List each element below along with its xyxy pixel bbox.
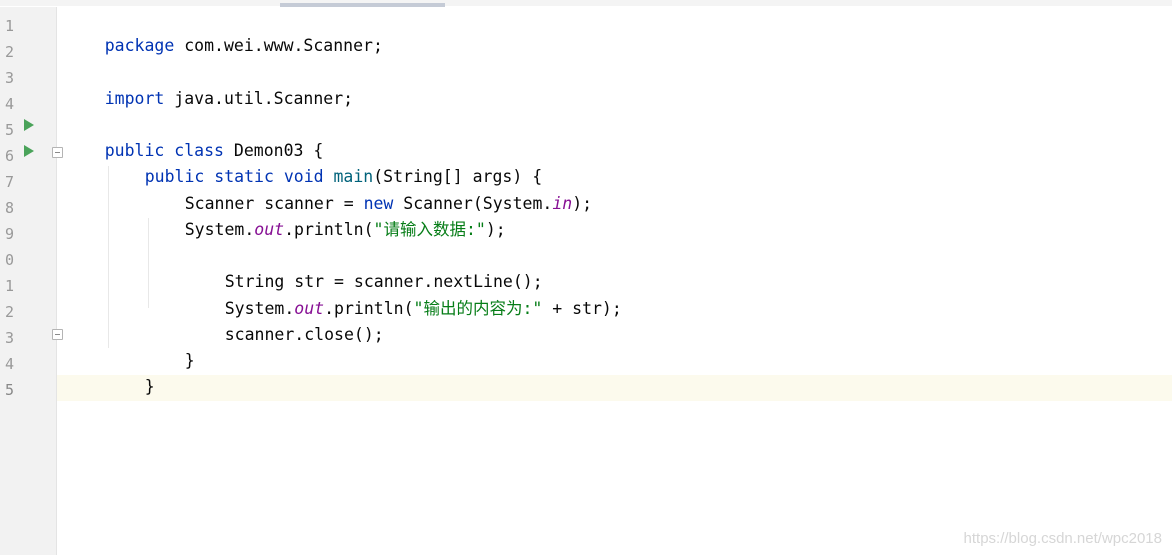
code-text: .println( — [284, 220, 374, 239]
keyword: package — [104, 36, 175, 55]
code-editor[interactable]: 1 2 3 4 5 6 7 8 9 0 1 2 3 4 5 package co… — [0, 0, 1172, 555]
code-text: } — [144, 377, 155, 396]
code-text: } — [184, 351, 195, 370]
code-text: scanner.close(); — [224, 325, 384, 344]
line-number: 8 — [4, 199, 14, 217]
code-line-12[interactable]: scanner.close(); — [185, 296, 384, 344]
code-line-6[interactable]: public static void main(String[] args) { — [105, 138, 542, 186]
line-number: 9 — [4, 225, 14, 243]
code-line-8[interactable]: System.out.println("请输入数据:"); — [145, 191, 506, 239]
keyword: import — [104, 89, 165, 108]
code-text: com.wei.www.Scanner; — [174, 36, 383, 55]
code-text: ); — [572, 194, 593, 213]
line-number: 3 — [4, 69, 14, 87]
fold-icon[interactable] — [52, 147, 63, 158]
code-line-10[interactable]: String str = scanner.nextLine(); — [185, 243, 543, 291]
line-number: 7 — [4, 173, 14, 191]
code-text: System. — [184, 220, 255, 239]
run-icon[interactable] — [24, 145, 34, 157]
line-number: 1 — [4, 17, 14, 35]
code-line-11[interactable]: System.out.println("输出的内容为:" + str); — [185, 270, 622, 318]
code-line-13[interactable]: } — [145, 322, 195, 370]
watermark: https://blog.csdn.net/wpc2018 — [963, 530, 1162, 547]
code-text: java.util.Scanner; — [164, 89, 354, 108]
current-line-highlight — [57, 375, 1172, 401]
line-number: 5 — [4, 121, 14, 139]
string-literal: "请输入数据:" — [373, 220, 486, 239]
line-number: 2 — [4, 43, 14, 61]
line-number: 0 — [4, 251, 14, 269]
code-line-3[interactable]: import java.util.Scanner; — [65, 60, 353, 108]
line-number: 1 — [4, 277, 14, 295]
code-line-14[interactable]: } — [105, 348, 155, 396]
code-text: ); — [485, 220, 506, 239]
horizontal-scrollbar[interactable] — [0, 0, 1172, 7]
line-number-gutter[interactable]: 1 2 3 4 5 6 7 8 9 0 1 2 3 4 5 — [0, 7, 57, 555]
string-literal: "输出的内容为:" — [413, 299, 543, 318]
code-line-5[interactable]: public class Demon03 { — [65, 112, 324, 160]
code-line-7[interactable]: Scanner scanner = new Scanner(System.in)… — [145, 165, 592, 213]
line-number: 3 — [4, 329, 14, 347]
static-field: in — [552, 194, 573, 213]
code-text: + str); — [542, 299, 622, 318]
line-number: 4 — [4, 355, 14, 373]
code-line-1[interactable]: package com.wei.www.Scanner; — [65, 7, 383, 55]
fold-icon[interactable] — [52, 329, 63, 340]
line-number: 4 — [4, 95, 14, 113]
static-field: out — [254, 220, 285, 239]
line-number: 2 — [4, 303, 14, 321]
line-number: 6 — [4, 147, 14, 165]
run-icon[interactable] — [24, 119, 34, 131]
line-number-current: 5 — [4, 381, 14, 399]
